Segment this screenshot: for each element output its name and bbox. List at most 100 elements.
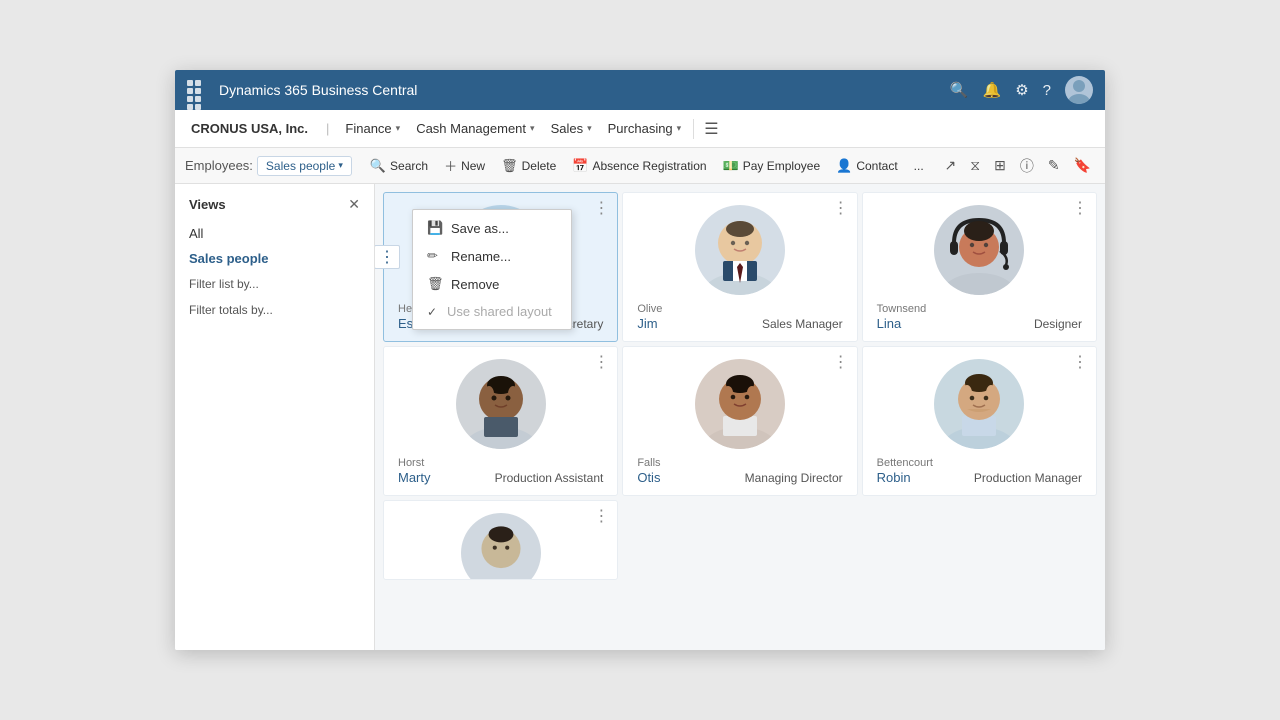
- sales-caret: ▾: [587, 123, 592, 134]
- employee-card-2[interactable]: ⋮: [622, 192, 857, 342]
- nav-purchasing[interactable]: Purchasing ▾: [600, 110, 690, 148]
- context-menu: 💾 Save as... ✏ Rename... 🗑 Remove: [412, 209, 572, 330]
- card-title-6: Production Manager: [974, 471, 1082, 485]
- employee-grid: ⋮: [383, 192, 1097, 580]
- context-menu-container: ⋮ 💾 Save as... ✏ Rename... 🗑: [396, 237, 556, 358]
- employee-card-6[interactable]: ⋮: [862, 346, 1097, 496]
- user-avatar[interactable]: [1065, 76, 1093, 104]
- filter-badge-caret: ▾: [338, 160, 343, 171]
- card-bottom-3: Townsend Lina Designer: [877, 303, 1082, 331]
- card-bottom-5: Falls Otis Managing Director: [637, 457, 842, 485]
- sidebar-close-button[interactable]: ✕: [348, 196, 360, 213]
- card-title-5: Managing Director: [745, 471, 843, 485]
- card-photo-7: [461, 513, 541, 580]
- employee-card-1[interactable]: ⋮: [383, 192, 618, 342]
- info-icon[interactable]: ⓘ: [1016, 154, 1038, 178]
- bookmark-icon[interactable]: 🔖: [1070, 155, 1095, 176]
- apps-icon[interactable]: [187, 80, 207, 100]
- card-first-name-6[interactable]: Robin: [877, 470, 911, 485]
- context-use-shared-layout: ✓ Use shared layout: [413, 298, 571, 325]
- context-remove[interactable]: 🗑 Remove: [413, 270, 571, 298]
- filter-badge[interactable]: Sales people ▾: [257, 156, 352, 176]
- card-menu-btn-3[interactable]: ⋮: [1072, 201, 1088, 217]
- more-button[interactable]: ...: [906, 156, 932, 176]
- card-first-name-5[interactable]: Otis: [637, 470, 660, 485]
- share-icon[interactable]: ↗: [941, 155, 961, 176]
- remove-icon: 🗑: [427, 276, 443, 292]
- card-first-name-4[interactable]: Marty: [398, 470, 431, 485]
- card-title-4: Production Assistant: [495, 471, 604, 485]
- card-photo-4: [456, 359, 546, 449]
- card-first-name-3[interactable]: Lina: [877, 316, 902, 331]
- contact-button[interactable]: 👤 Contact: [828, 155, 906, 177]
- card-bottom-4: Horst Marty Production Assistant: [398, 457, 603, 485]
- finance-caret: ▾: [396, 123, 401, 134]
- card-photo-5: [695, 359, 785, 449]
- card-menu-btn-6[interactable]: ⋮: [1072, 355, 1088, 371]
- delete-icon: 🗑: [501, 158, 518, 174]
- delete-button[interactable]: 🗑 Delete: [493, 155, 564, 177]
- employee-card-4[interactable]: ⋮: [383, 346, 618, 496]
- rename-icon: ✏: [427, 248, 443, 264]
- second-nav: CRONUS USA, Inc. | Finance ▾ Cash Manage…: [175, 110, 1105, 148]
- filter-totals-link[interactable]: Filter totals by...: [175, 297, 374, 323]
- card-photo-2: [695, 205, 785, 295]
- contact-icon: 👤: [836, 158, 852, 174]
- main-area: Views ✕ All Sales people Filter list by.…: [175, 184, 1105, 650]
- absence-button[interactable]: 📅 Absence Registration: [564, 155, 714, 177]
- purchasing-caret: ▾: [677, 123, 682, 134]
- context-save-as[interactable]: 💾 Save as...: [413, 214, 571, 242]
- notification-icon[interactable]: 🔔: [983, 81, 1002, 99]
- search-btn-icon: 🔍: [370, 158, 386, 174]
- edit-icon[interactable]: ✎: [1044, 155, 1064, 176]
- app-title: Dynamics 365 Business Central: [219, 82, 950, 98]
- nav-separator: |: [326, 121, 329, 136]
- employee-card-3[interactable]: ⋮: [862, 192, 1097, 342]
- cash-caret: ▾: [530, 123, 535, 134]
- card-menu-btn-1[interactable]: ⋮: [593, 201, 609, 217]
- sidebar-item-sales-people[interactable]: Sales people: [175, 246, 374, 271]
- card-title-3: Designer: [1034, 317, 1082, 331]
- search-icon[interactable]: 🔍: [950, 81, 969, 99]
- toolbar-right: ↗ ⧖ ⊞ ⓘ ✎ 🔖: [941, 154, 1095, 178]
- save-as-icon: 💾: [427, 220, 443, 236]
- filter-icon[interactable]: ⧖: [966, 155, 984, 176]
- company-name: CRONUS USA, Inc.: [191, 121, 308, 136]
- context-rename[interactable]: ✏ Rename...: [413, 242, 571, 270]
- nav-divider: [693, 119, 694, 139]
- card-bottom-2: Olive Jim Sales Manager: [637, 303, 842, 331]
- card-last-name-2: Olive: [637, 303, 662, 315]
- column-icon[interactable]: ⊞: [990, 155, 1010, 176]
- filter-list-link[interactable]: Filter list by...: [175, 271, 374, 297]
- sidebar-item-all[interactable]: All: [175, 221, 374, 246]
- card-first-name-2[interactable]: Jim: [637, 316, 657, 331]
- context-trigger-btn[interactable]: ⋮: [375, 245, 400, 269]
- help-icon[interactable]: ?: [1043, 82, 1051, 99]
- employees-label: Employees:: [185, 158, 253, 173]
- top-bar: Dynamics 365 Business Central 🔍 🔔 ⚙ ?: [175, 70, 1105, 110]
- nav-finance[interactable]: Finance ▾: [337, 110, 408, 148]
- card-title-2: Sales Manager: [762, 317, 843, 331]
- employee-card-7[interactable]: ⋮: [383, 500, 618, 580]
- card-menu-btn-5[interactable]: ⋮: [833, 355, 849, 371]
- settings-icon[interactable]: ⚙: [1015, 81, 1028, 99]
- hamburger-icon[interactable]: ☰: [698, 119, 724, 139]
- employee-card-5[interactable]: ⋮: [622, 346, 857, 496]
- sidebar-header: Views ✕: [175, 196, 374, 221]
- card-menu-btn-7[interactable]: ⋮: [593, 509, 609, 525]
- nav-sales[interactable]: Sales ▾: [543, 110, 600, 148]
- absence-icon: 📅: [572, 158, 588, 174]
- nav-cash[interactable]: Cash Management ▾: [408, 110, 542, 148]
- search-button[interactable]: 🔍 Search: [362, 155, 436, 177]
- card-photo-6: [934, 359, 1024, 449]
- new-button[interactable]: ＋ New: [436, 153, 493, 178]
- sidebar: Views ✕ All Sales people Filter list by.…: [175, 184, 375, 650]
- card-bottom-6: Bettencourt Robin Production Manager: [877, 457, 1082, 485]
- card-menu-btn-2[interactable]: ⋮: [833, 201, 849, 217]
- check-icon: ✓: [427, 305, 439, 319]
- pay-icon: 💵: [723, 158, 739, 174]
- sidebar-title: Views: [189, 197, 226, 212]
- pay-button[interactable]: 💵 Pay Employee: [715, 155, 829, 177]
- card-menu-btn-4[interactable]: ⋮: [593, 355, 609, 371]
- card-last-name-6: Bettencourt: [877, 457, 933, 469]
